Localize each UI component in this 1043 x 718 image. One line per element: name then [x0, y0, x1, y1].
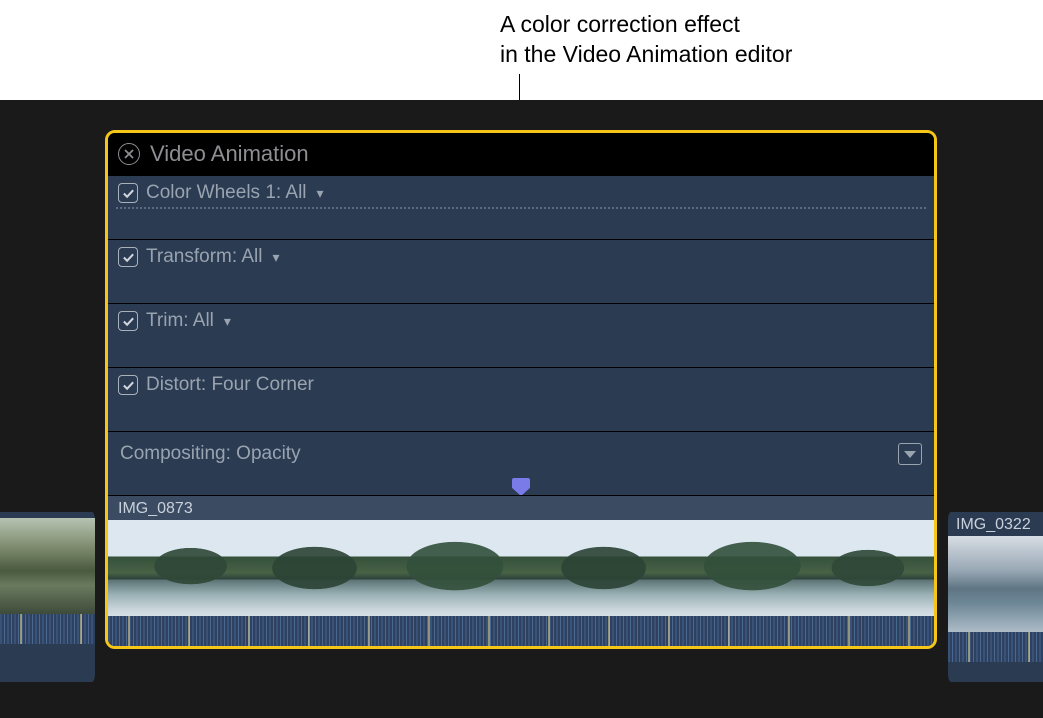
track-checkbox[interactable]: [118, 247, 138, 267]
adjacent-clip-left-waveform: [0, 614, 95, 644]
clip-row[interactable]: IMG_0873: [108, 495, 934, 646]
annotation-line-1: A color correction effect: [500, 11, 740, 37]
keyframe-handle[interactable]: [512, 478, 530, 496]
compositing-header: Compositing: Opacity: [108, 432, 934, 476]
clip-name-label: IMG_0873: [108, 496, 934, 520]
track-row-distort[interactable]: Distort: Four Corner: [108, 367, 934, 431]
panel-title: Video Animation: [150, 141, 309, 167]
compositing-label: Compositing: Opacity: [120, 443, 301, 465]
track-label: Transform: All: [146, 246, 263, 268]
panel-header: Video Animation: [108, 133, 934, 175]
adjacent-clip-left-filmstrip: [0, 518, 95, 614]
track-row-transform[interactable]: Transform: All ▾: [108, 239, 934, 303]
chevron-down-icon[interactable]: ▾: [224, 313, 231, 330]
track-label: Trim: All: [146, 310, 214, 332]
annotation-line-2: in the Video Animation editor: [500, 41, 792, 67]
adjacent-clip-right[interactable]: IMG_0322: [943, 512, 1043, 682]
track-checkbox[interactable]: [118, 311, 138, 331]
adjacent-clip-right-filmstrip: [948, 536, 1043, 632]
close-icon[interactable]: [118, 143, 140, 165]
track-row-header: Transform: All ▾: [108, 240, 934, 268]
expand-down-icon[interactable]: [898, 443, 922, 465]
adjacent-clip-left[interactable]: [0, 512, 100, 682]
track-row-header: Color Wheels 1: All ▾: [108, 176, 934, 204]
track-row-header: Trim: All ▾: [108, 304, 934, 332]
chevron-down-icon[interactable]: ▾: [273, 249, 280, 266]
adjacent-clip-right-waveform: [948, 632, 1043, 662]
track-checkbox[interactable]: [118, 183, 138, 203]
track-label: Color Wheels 1: All: [146, 182, 307, 204]
track-label: Distort: Four Corner: [146, 374, 314, 396]
track-checkbox[interactable]: [118, 375, 138, 395]
track-row-trim[interactable]: Trim: All ▾: [108, 303, 934, 367]
chevron-down-icon[interactable]: ▾: [317, 185, 324, 202]
track-row-header: Distort: Four Corner: [108, 368, 934, 396]
help-annotation: A color correction effect in the Video A…: [500, 10, 792, 70]
track-row-color-wheels[interactable]: Color Wheels 1: All ▾: [108, 175, 934, 239]
clip-audio-waveform: [108, 616, 934, 646]
clip-filmstrip: [108, 520, 934, 616]
adjacent-clip-right-label: IMG_0322: [948, 512, 1043, 536]
track-dotted-line: [116, 207, 926, 209]
track-row-compositing[interactable]: Compositing: Opacity: [108, 431, 934, 495]
video-animation-panel: Video Animation Color Wheels 1: All ▾ Tr…: [105, 130, 937, 649]
